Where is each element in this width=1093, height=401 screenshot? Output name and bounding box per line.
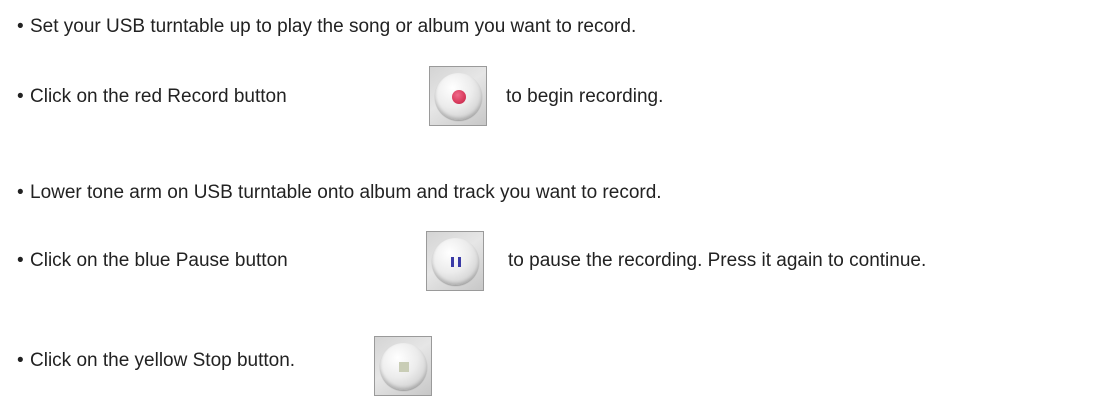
bullet: •	[17, 250, 24, 271]
bullet: •	[17, 350, 24, 371]
step-text: Set your USB turntable up to play the so…	[30, 16, 637, 37]
bullet: •	[17, 86, 24, 107]
step-text: Lower tone arm on USB turntable onto alb…	[30, 182, 662, 203]
instruction-step: • Lower tone arm on USB turntable onto al…	[0, 182, 662, 204]
record-button-icon	[429, 66, 487, 126]
step-text: Click on the yellow Stop button.	[30, 350, 296, 371]
instruction-step: • Click on the blue Pause button	[0, 250, 288, 272]
step-trailing-text: to begin recording.	[506, 86, 664, 107]
instruction-step: • Click on the yellow Stop button.	[0, 350, 295, 372]
bullet: •	[17, 182, 24, 203]
step-text: Click on the red Record button	[30, 86, 287, 107]
pause-button-icon	[426, 231, 484, 291]
instruction-step: • Set your USB turntable up to play the s…	[0, 16, 636, 38]
step-trailing-text: to pause the recording. Press it again t…	[508, 250, 927, 271]
instruction-step: • Click on the red Record button	[0, 86, 287, 108]
bullet: •	[17, 16, 24, 37]
step-text: Click on the blue Pause button	[30, 250, 288, 271]
stop-button-icon	[374, 336, 432, 396]
